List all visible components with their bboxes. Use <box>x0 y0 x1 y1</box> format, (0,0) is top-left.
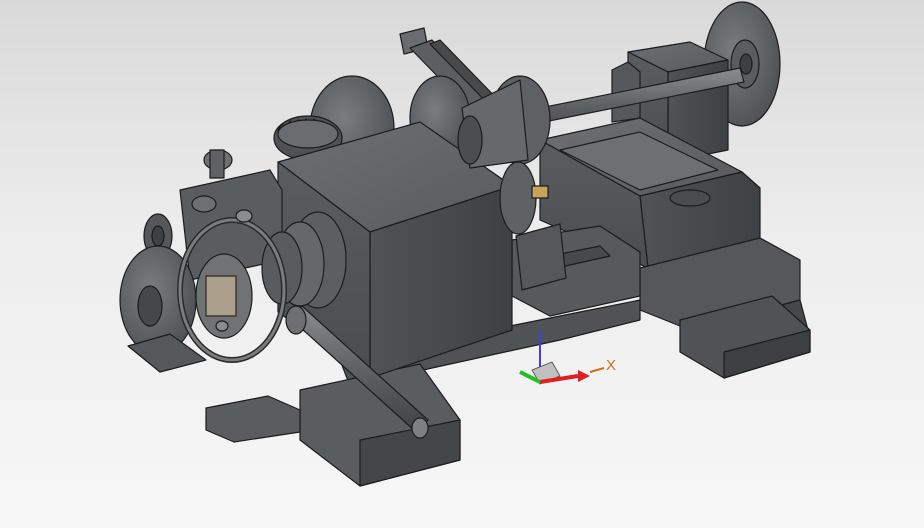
machine-model[interactable] <box>0 0 924 528</box>
3d-viewport[interactable]: X <box>0 0 924 528</box>
triad-x-label: X <box>606 357 617 374</box>
